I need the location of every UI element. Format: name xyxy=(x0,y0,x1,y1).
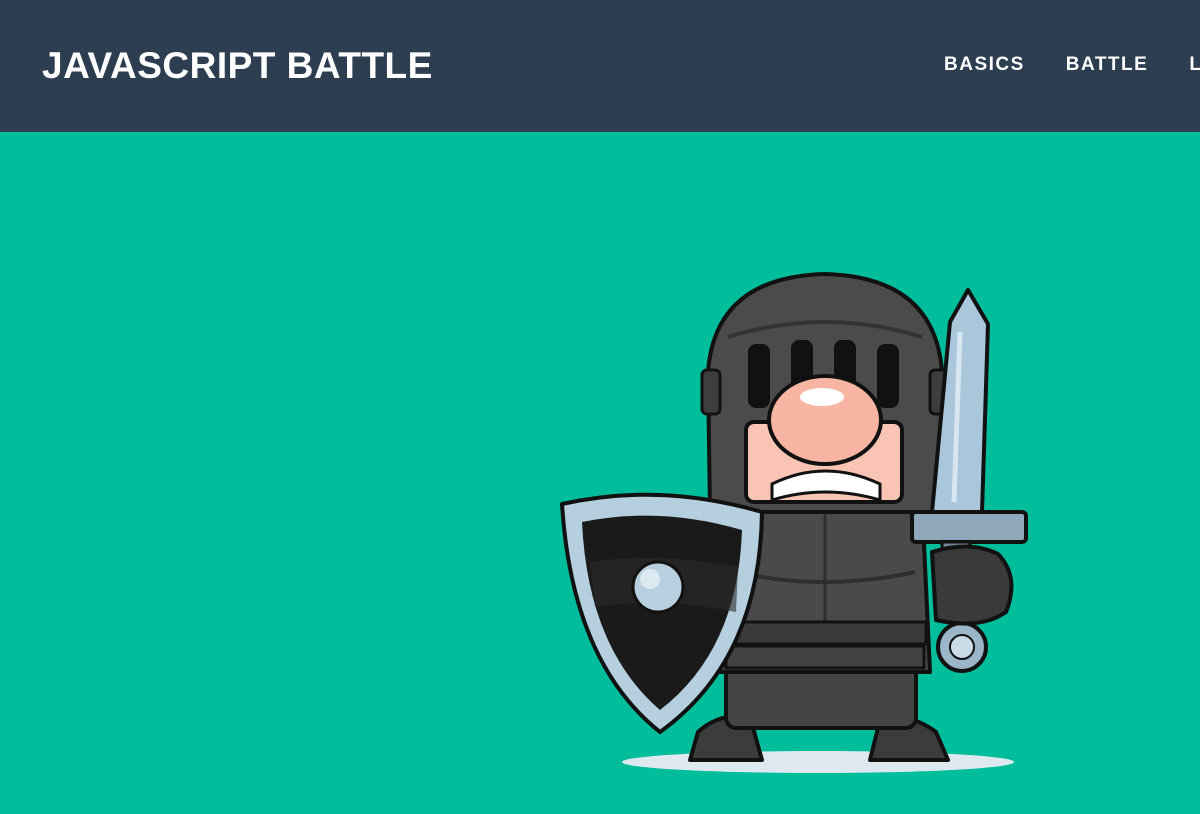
nav-link-basics[interactable]: BASICS xyxy=(944,52,1025,78)
gauntlet xyxy=(930,544,1014,626)
brand-logo-link[interactable]: JAVASCRIPT BATTLE xyxy=(42,44,433,88)
hero-section xyxy=(0,132,1200,814)
sword-crossguard xyxy=(910,510,1028,544)
nav-link-battle[interactable]: BATTLE xyxy=(1066,52,1149,78)
top-navbar: JAVASCRIPT BATTLE BASICS BATTLE LE xyxy=(0,0,1200,132)
shield-boss xyxy=(631,560,685,614)
ground-shadow xyxy=(622,751,1014,773)
knight-illustration xyxy=(560,272,1028,773)
main-nav: BASICS BATTLE LE xyxy=(944,52,1200,78)
nav-link-leaderboard[interactable]: LE xyxy=(1189,52,1200,78)
